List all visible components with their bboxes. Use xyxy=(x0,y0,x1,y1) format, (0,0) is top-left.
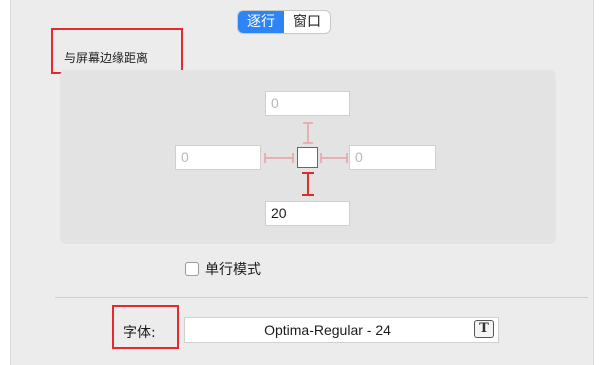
font-display-field: Optima-Regular - 24 T xyxy=(184,317,499,343)
single-line-mode-label: 单行模式 xyxy=(205,262,261,278)
window-preview-square xyxy=(297,147,318,168)
right-margin-field[interactable]: 0 xyxy=(349,145,436,170)
single-line-mode-option[interactable]: 单行模式 xyxy=(185,259,261,279)
left-strut-icon[interactable] xyxy=(263,151,295,165)
left-margin-field[interactable]: 0 xyxy=(175,145,261,170)
font-value: Optima-Regular - 24 xyxy=(264,322,391,338)
single-line-mode-checkbox[interactable] xyxy=(185,262,199,276)
margin-label-highlight xyxy=(51,28,183,74)
top-strut-icon[interactable] xyxy=(301,121,315,145)
bottom-margin-field[interactable]: 20 xyxy=(265,201,350,226)
tab-line-mode[interactable]: 逐行 xyxy=(238,11,284,33)
tab-window-mode[interactable]: 窗口 xyxy=(284,11,330,33)
section-divider xyxy=(55,297,588,298)
mode-tabs: 逐行 窗口 xyxy=(238,11,330,33)
right-strut-icon[interactable] xyxy=(319,151,349,165)
font-label-highlight xyxy=(112,305,179,349)
font-picker-icon[interactable]: T xyxy=(474,320,494,338)
top-margin-field[interactable]: 0 xyxy=(265,91,350,116)
bottom-strut-icon[interactable] xyxy=(300,171,316,197)
